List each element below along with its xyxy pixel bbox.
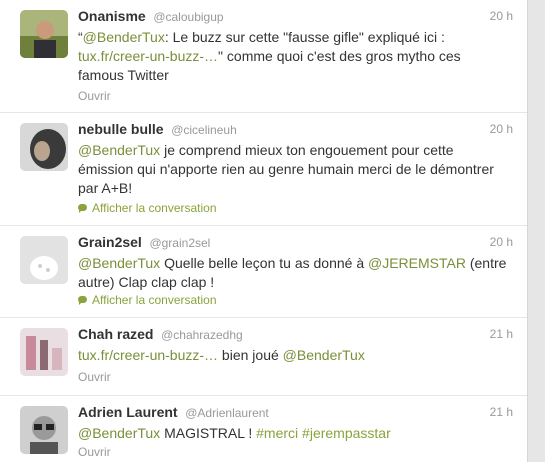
user-fullname[interactable]: nebulle bulle <box>78 121 164 137</box>
user-fullname[interactable]: Chah razed <box>78 326 153 342</box>
text-span: Quelle belle leçon tu as donné à <box>160 255 368 271</box>
url-link[interactable]: tux.fr/creer-un-buzz-… <box>78 347 218 363</box>
mention-link[interactable]: @BenderTux <box>78 142 160 158</box>
tweet-header: Onanisme @caloubigup 20 h <box>78 8 513 26</box>
user-fullname[interactable]: Adrien Laurent <box>78 404 178 420</box>
avatar[interactable] <box>20 123 68 171</box>
text-span: MAGISTRAL ! <box>160 425 257 441</box>
tweet-item[interactable]: Onanisme @caloubigup 20 h “@BenderTux: L… <box>0 0 527 113</box>
user-handle[interactable]: @caloubigup <box>153 10 223 24</box>
tweet-text: @BenderTux je comprend mieux ton engouem… <box>78 141 508 198</box>
mention-link[interactable]: @BenderTux <box>283 347 365 363</box>
user-fullname[interactable]: Grain2sel <box>78 234 142 250</box>
tweet-header: nebulle bulle @cicelineuh 20 h <box>78 121 513 139</box>
tweet-text: @BenderTux MAGISTRAL ! #merci #jerempass… <box>78 424 508 443</box>
open-tweet-link[interactable]: Ouvrir <box>78 445 111 459</box>
show-conversation-label: Afficher la conversation <box>92 293 217 307</box>
user-handle[interactable]: @chahrazedhg <box>161 328 243 342</box>
tweet-timestamp[interactable]: 21 h <box>490 327 513 341</box>
tweet-text: @BenderTux Quelle belle leçon tu as donn… <box>78 254 508 292</box>
user-handle[interactable]: @cicelineuh <box>171 123 237 137</box>
avatar[interactable] <box>20 328 68 376</box>
show-conversation-link[interactable]: Afficher la conversation <box>78 293 217 307</box>
tweet-timestamp[interactable]: 20 h <box>490 9 513 23</box>
tweet-item[interactable]: Adrien Laurent @Adrienlaurent 21 h @Bend… <box>0 396 527 462</box>
avatar[interactable] <box>20 10 68 58</box>
tweet-item[interactable]: Chah razed @chahrazedhg 21 h tux.fr/cree… <box>0 318 527 396</box>
tweet-item[interactable]: Grain2sel @grain2sel 20 h @BenderTux Que… <box>0 226 527 318</box>
avatar[interactable] <box>20 406 68 454</box>
tweet-header: Chah razed @chahrazedhg 21 h <box>78 326 513 344</box>
text-span: bien joué <box>218 347 283 363</box>
tweet-item[interactable]: nebulle bulle @cicelineuh 20 h @BenderTu… <box>0 113 527 226</box>
mention-link[interactable]: @JEREMSTAR <box>368 255 466 271</box>
conversation-bubble-icon <box>78 296 87 305</box>
mention-link[interactable]: @BenderTux <box>78 425 160 441</box>
user-handle[interactable]: @grain2sel <box>149 236 210 250</box>
tweet-header: Adrien Laurent @Adrienlaurent 21 h <box>78 404 513 422</box>
mention-link[interactable]: @BenderTux <box>83 29 165 45</box>
hashtag-link[interactable]: #merci <box>256 425 298 441</box>
url-link[interactable]: tux.fr/creer-un-buzz-… <box>78 48 218 64</box>
show-conversation-label: Afficher la conversation <box>92 201 217 215</box>
user-fullname[interactable]: Onanisme <box>78 8 146 24</box>
mention-link[interactable]: @BenderTux <box>78 255 160 271</box>
tweet-text: “@BenderTux: Le buzz sur cette "fausse g… <box>78 28 508 85</box>
tweet-timestamp[interactable]: 21 h <box>490 405 513 419</box>
open-tweet-link[interactable]: Ouvrir <box>78 370 111 384</box>
tweet-text: tux.fr/creer-un-buzz-… bien joué @Bender… <box>78 346 508 365</box>
avatar[interactable] <box>20 236 68 284</box>
tweet-header: Grain2sel @grain2sel 20 h <box>78 234 513 252</box>
text-span: : Le buzz sur cette "fausse gifle" expli… <box>164 29 445 45</box>
hashtag-link[interactable]: #jerempasstar <box>302 425 391 441</box>
open-tweet-link[interactable]: Ouvrir <box>78 89 111 103</box>
tweet-timeline: Onanisme @caloubigup 20 h “@BenderTux: L… <box>0 0 528 462</box>
conversation-bubble-icon <box>78 204 87 213</box>
show-conversation-link[interactable]: Afficher la conversation <box>78 201 217 215</box>
tweet-timestamp[interactable]: 20 h <box>490 235 513 249</box>
tweet-timestamp[interactable]: 20 h <box>490 122 513 136</box>
user-handle[interactable]: @Adrienlaurent <box>185 406 269 420</box>
